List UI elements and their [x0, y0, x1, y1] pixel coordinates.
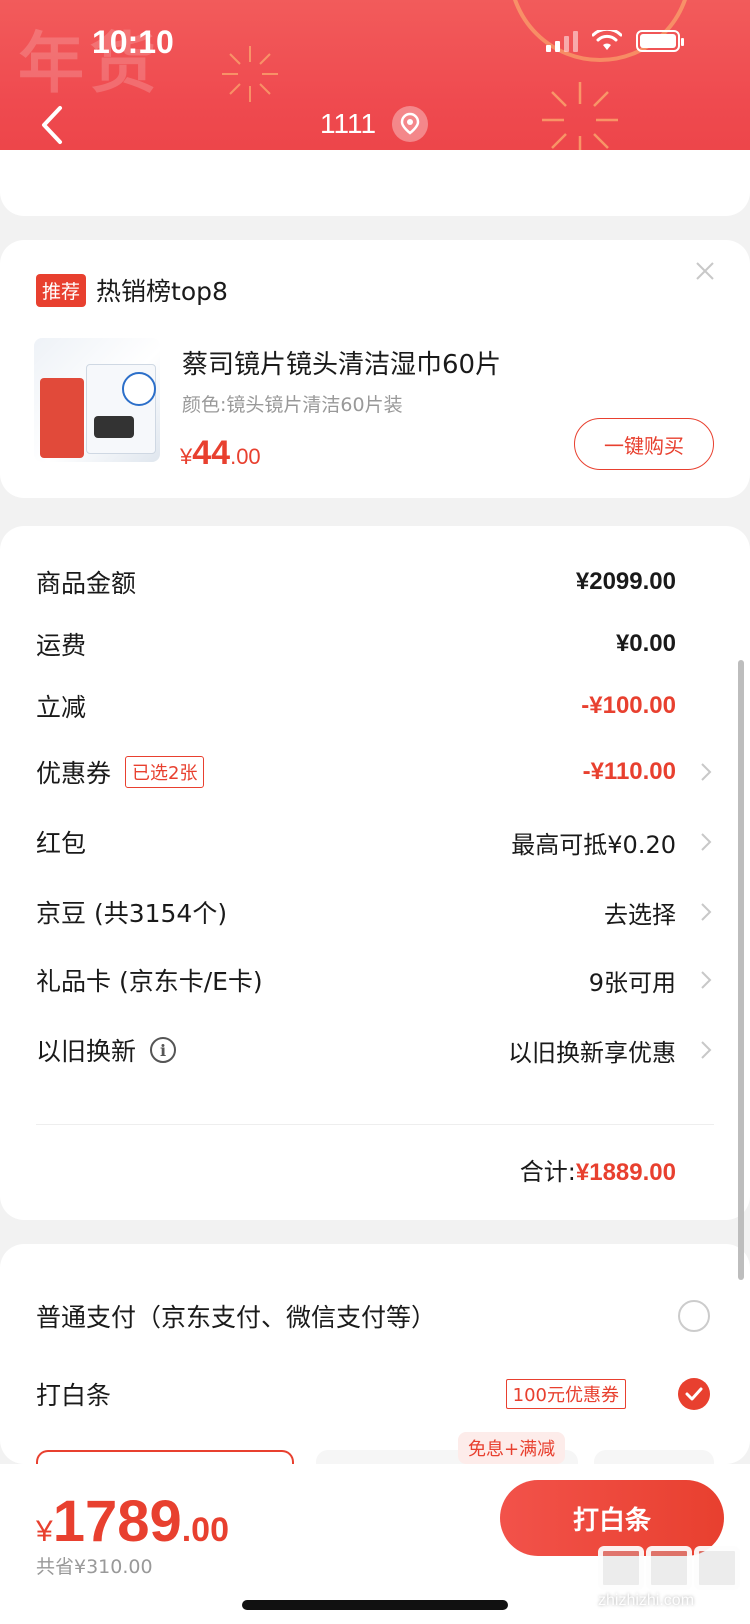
row-value: -¥110.00	[582, 758, 676, 785]
wifi-icon	[592, 30, 622, 50]
final-price: ¥1789.00	[36, 1488, 229, 1555]
recommend-tag: 推荐	[36, 273, 87, 307]
price-integer: 44	[192, 434, 231, 472]
summary-row-shipping: 运费 ¥0.00	[36, 624, 714, 664]
pay-baitiao-button[interactable]: 打白条	[500, 1480, 724, 1556]
row-value: -¥100.00	[581, 692, 676, 719]
battery-icon	[636, 30, 684, 52]
home-indicator[interactable]	[242, 1600, 508, 1610]
product-image[interactable]	[34, 338, 160, 462]
product-name[interactable]: 蔡司镜片镜头清洁湿巾60片	[182, 344, 501, 381]
coupon-selected-tag: 已选2张	[125, 756, 205, 788]
product-spec: 颜色:镜头镜片清洁60片装	[182, 394, 403, 416]
summary-row-gift-card[interactable]: 礼品卡 (京东卡/E卡) 9张可用	[36, 960, 714, 1000]
recommendation-header: 推荐 热销榜top8	[36, 272, 228, 308]
order-total: 合计:¥1889.00	[520, 1152, 676, 1187]
recommendation-card: 推荐 热销榜top8 蔡司镜片镜头清洁湿巾60片 颜色:镜头镜片清洁60片装 ¥…	[0, 240, 750, 498]
coupon-label: 优惠券	[36, 759, 112, 788]
final-price-decimal: .00	[181, 1511, 229, 1549]
order-summary-card: 商品金额 ¥2099.00 运费 ¥0.00 立减 -¥100.00 优惠券 已…	[0, 526, 750, 1220]
address-text: 1111	[320, 108, 377, 139]
row-label: 礼品卡 (京东卡/E卡)	[36, 967, 263, 996]
row-label: 以旧换新 i	[36, 1032, 177, 1068]
one-click-buy-button[interactable]: 一键购买	[574, 418, 714, 470]
chevron-right-icon	[701, 971, 712, 989]
trade-in-label: 以旧换新	[36, 1037, 137, 1066]
recommend-title: 热销榜top8	[96, 277, 228, 306]
checkout-bar: ¥1789.00 共省¥310.00 打白条 zhizhizhi.com	[0, 1464, 750, 1624]
cellular-signal-icon	[546, 30, 578, 52]
back-arrow-icon[interactable]	[38, 104, 66, 146]
firework-decoration-icon	[222, 46, 278, 102]
final-price-currency: ¥	[36, 1515, 53, 1548]
baitiao-coupon-chip: 100元优惠券	[505, 1379, 626, 1409]
price-decimal: .00	[230, 444, 261, 469]
row-value: 以旧换新享优惠	[508, 1038, 676, 1067]
radio-unselected[interactable]	[678, 1300, 710, 1332]
chevron-right-icon	[701, 763, 712, 781]
header: 年货 10:10 1111	[0, 0, 750, 170]
location-pin-icon	[392, 106, 429, 142]
payment-method-card: 普通支付（京东支付、微信支付等） 打白条 100元优惠券 免息+满减	[0, 1244, 750, 1490]
row-label: 红包	[36, 829, 87, 858]
divider	[36, 1124, 714, 1125]
info-icon[interactable]: i	[150, 1037, 177, 1063]
summary-row-coupon[interactable]: 优惠券 已选2张 -¥110.00	[36, 752, 714, 792]
total-label: 合计:	[519, 1158, 576, 1186]
watermark: zhizhizhi.com	[598, 1546, 744, 1618]
row-label: 优惠券 已选2张	[36, 754, 205, 790]
summary-row-jingdou[interactable]: 京豆 (共3154个) 去选择	[36, 892, 714, 932]
watermark-text: zhizhizhi.com	[598, 1592, 695, 1609]
radio-selected-check-icon[interactable]	[678, 1378, 710, 1410]
row-label: 立减	[36, 693, 87, 722]
row-value: ¥0.00	[615, 630, 676, 657]
close-icon[interactable]	[694, 260, 716, 282]
payment-option-baitiao[interactable]: 打白条 100元优惠券	[36, 1374, 714, 1414]
row-value: ¥2099.00	[575, 568, 676, 595]
chevron-right-icon	[701, 1041, 712, 1059]
chevron-right-icon	[701, 903, 712, 921]
summary-row-goods-amount: 商品金额 ¥2099.00	[36, 562, 714, 602]
price-currency: ¥	[180, 444, 193, 469]
row-label: 京豆 (共3154个)	[36, 899, 228, 928]
product-price: ¥44.00	[180, 434, 261, 473]
row-label: 商品金额	[36, 569, 137, 598]
row-value: 最高可抵¥0.20	[511, 830, 676, 859]
chevron-right-icon	[701, 833, 712, 851]
payment-option-normal[interactable]: 普通支付（京东支付、微信支付等）	[36, 1296, 714, 1336]
watermark-logo-icon	[598, 1546, 744, 1590]
row-value: 9张可用	[588, 968, 676, 997]
total-amount: ¥1889.00	[575, 1159, 676, 1186]
summary-row-trade-in[interactable]: 以旧换新 i 以旧换新享优惠	[36, 1030, 714, 1070]
address-selector[interactable]: 1111	[320, 106, 429, 142]
scrollbar[interactable]	[738, 660, 744, 1280]
row-label: 运费	[36, 631, 87, 660]
row-value: 去选择	[604, 900, 676, 929]
plan-promo-badge: 免息+满减	[458, 1432, 566, 1464]
summary-row-discount: 立减 -¥100.00	[36, 686, 714, 726]
payment-normal-label: 普通支付（京东支付、微信支付等）	[36, 1303, 437, 1332]
summary-row-red-packet[interactable]: 红包 最高可抵¥0.20	[36, 822, 714, 862]
status-icons	[546, 30, 684, 52]
payment-baitiao-label: 打白条	[36, 1381, 112, 1410]
final-price-integer: 1789	[52, 1489, 182, 1554]
previous-section-card	[0, 150, 750, 216]
firework-decoration-icon	[542, 82, 618, 158]
total-saved: 共省¥310.00	[36, 1556, 153, 1578]
status-time: 10:10	[92, 24, 174, 60]
